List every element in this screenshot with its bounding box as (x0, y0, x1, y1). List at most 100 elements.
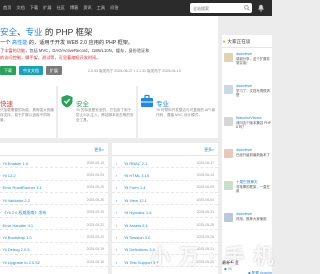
list-item-title[interactable]: Yii Form 1.4 (124, 185, 145, 190)
list-item-title[interactable]: · Yii Debug 2.0.5 (0, 247, 30, 252)
bullet-icon: › (116, 210, 118, 216)
search-icon[interactable] (244, 5, 250, 11)
list-item-title[interactable]: · Error Handler 4.1 (0, 223, 33, 228)
menu-item-community[interactable]: 社区 (57, 5, 65, 10)
list-item-date: 2025-05-31 (196, 210, 214, 215)
avatar[interactable] (224, 117, 233, 126)
bullet-icon: › (116, 172, 118, 178)
chinese-docs-button[interactable]: 中文文档 (19, 66, 43, 75)
comment-author[interactable]: dlaindevel (236, 148, 252, 152)
comment-text: 好用，推荐大家使用 (236, 217, 267, 221)
comment-author[interactable]: WatonbeVIsbea (236, 116, 261, 120)
list-item[interactable]: › Yii Form 1.4 2025-06-09 (112, 182, 218, 193)
comment-author[interactable]: dlaindevel (236, 84, 252, 88)
list-item-date: 2025-05-28 (196, 222, 214, 227)
list-item-date: 2025-06-09 (196, 185, 214, 190)
comment-author[interactable]: dlaindevel (236, 212, 252, 216)
list-item-title[interactable]: Yii Session 3.0 (124, 235, 150, 240)
more-link[interactable]: 更多» (204, 148, 214, 153)
list-item[interactable]: › Yii RBAC 2.1 2025-06-17 (112, 157, 218, 169)
list-item-date: 2025-05-26 (196, 234, 214, 239)
list-item-date: 2025-06-19 (86, 160, 104, 165)
list-item-title[interactable]: · Error RoadRunner 3.1 (0, 185, 42, 190)
download-button[interactable]: 下载 (0, 66, 16, 75)
bullet-icon: › (116, 259, 118, 265)
search-box (190, 3, 252, 13)
list-item[interactable]: · Yii Enabler 1.0 2025-06-19 (0, 157, 108, 169)
star-icon: ★ (222, 39, 227, 44)
avatar[interactable] (224, 213, 233, 222)
list-item[interactable]: · Error RoadRunner 3.1 2025-05-29 (0, 182, 108, 193)
feature-professional: 专业 Yii 可帮你开发整洁与可复用的 API 和代码，遵循 MVC 设计模式。 (138, 86, 218, 138)
feature-title: 安全 (76, 101, 89, 108)
menu-item-qa[interactable]: 问答 (110, 5, 118, 10)
top-navbar: 首页 文档 下载 扩展 社区 博客 资讯 工具 问答 (0, 0, 272, 16)
search-input[interactable] (190, 3, 240, 13)
menu-item-home[interactable]: 首页 (3, 5, 11, 10)
comment-item[interactable]: WatonbeVIsbea 请问这个版本兼容 PHP 8 吗？ (222, 115, 272, 139)
shield-check-icon (61, 95, 73, 108)
list-item[interactable]: · Yii Validator 2.2 2025-05-26 (0, 194, 108, 206)
comment-text: 非常棒的框架，一直在用 (236, 185, 270, 194)
panel-header: 更多» (112, 148, 218, 156)
hero-features: 了丰富的功能，包括 MVC，DAO/ActiveRecord，I18N/L10N… (0, 48, 150, 53)
list-item[interactable]: › Yii HTML 3.10 2025-06-12 (112, 169, 218, 181)
list-item-date: 2025-05-22 (86, 222, 104, 227)
sidebar-title: ★ 大家正在谈 (222, 39, 251, 44)
bullet-icon: › (116, 197, 118, 203)
list-item-title[interactable]: Yii Assets 5.1 (124, 223, 148, 228)
avatar[interactable] (224, 85, 233, 94)
list-item[interactable]: · Yii Upgrade to 2.0.52 2025-05-18 (0, 256, 108, 268)
hero-title: 安全、专业 的 PHP 框架 (0, 27, 93, 37)
list-item[interactable]: · Yii Bootstrap 1.0 2025-05-20 (0, 231, 108, 243)
menu-item-docs[interactable]: 文档 (16, 5, 24, 10)
feature-fast: 快速 只加载需要的功能，具有强大的缓存支持，易于扩展以适用不同场景。 (0, 86, 56, 138)
list-item-date: 2025-05-26 (86, 197, 104, 202)
menu-item-blog[interactable]: 博客 (70, 5, 78, 10)
comment-item[interactable]: dlaindevel 已经升级到最新版本了 (222, 147, 272, 171)
list-item-title[interactable]: · Yii Bootstrap 1.0 (0, 235, 32, 240)
list-item-title[interactable]: · Yii Enabler 1.0 (0, 161, 28, 166)
version-info: 2.0.53 版发布于 2025-06-27 • 1.1.31 版发布于 202… (88, 69, 181, 73)
list-item[interactable]: · Yii 12.2 2025-06-05 (0, 169, 108, 181)
avatar[interactable] (224, 53, 233, 62)
more-link[interactable]: 更多» (94, 148, 104, 153)
list-item-title[interactable]: Yii HTML 3.10 (124, 173, 149, 178)
menu-item-news[interactable]: 资讯 (83, 5, 91, 10)
list-item-title[interactable]: · Yii Validator 2.2 (0, 198, 30, 203)
menu-item-download[interactable]: 下载 (30, 5, 38, 10)
comment-text: 已经升级到最新版本了 (236, 153, 270, 157)
menu-item-tools[interactable]: 工具 (97, 5, 105, 10)
feature-title: 快速 (0, 101, 13, 108)
list-item-title[interactable]: · Yii 12.2 (0, 173, 16, 178)
list-item[interactable]: · Error Handler 4.1 2025-05-22 (0, 219, 108, 231)
bell-icon[interactable] (257, 4, 265, 12)
list-item[interactable]: › Yii Assets 5.1 2025-05-28 (112, 219, 218, 231)
avatar[interactable] (224, 181, 233, 190)
list-item-date: 2025-06-17 (196, 160, 214, 165)
hero-buttons: 下载 中文文档 扩展 (0, 66, 62, 75)
watermark: 小 万 · 手 机 (150, 244, 275, 268)
menu-item-extensions[interactable]: 扩展 (43, 5, 51, 10)
extensions-button[interactable]: 扩展 (46, 66, 62, 75)
list-item[interactable]: › Yii View 12.1 2025-06-04 (112, 194, 218, 206)
comment-item[interactable]: 十尾巴狼蜂夫 非常棒的框架，一直在用 (222, 179, 272, 203)
comment-item[interactable]: dlaindevel 学习了，文档写得很清楚 (222, 83, 272, 107)
list-item[interactable]: · Yii Debug 2.0.5 2025-05-19 (0, 244, 108, 255)
list-item-title[interactable]: Yii Hydrator 1.6 (124, 210, 151, 215)
list-item[interactable]: · 《Yii 2.0 权威指南》发布 2025-05-25 (0, 207, 108, 218)
feature-secure: 安全 Yii 的标准是安全的，它包含了用于防止SQL注入、跨站脚本攻击等的安全工… (58, 86, 136, 138)
list-item-title[interactable]: · 《Yii 2.0 权威指南》发布 (0, 210, 47, 216)
comment-item[interactable]: dlaindevel 感谢分享，这个扩展非常实用！ (222, 51, 272, 75)
list-item-title[interactable]: Yii View 12.1 (124, 198, 147, 203)
list-item-title[interactable]: Yii RBAC 2.1 (124, 161, 147, 166)
comment-author[interactable]: dlaindevel (236, 52, 252, 56)
list-item[interactable]: › Yii Hydrator 1.6 2025-05-31 (112, 207, 218, 218)
hero-description: 的访问控制，脚手架，测试等，可显著缩短开发时间。 (0, 55, 101, 60)
comment-item[interactable]: dlaindevel 好用，推荐大家使用 (222, 211, 272, 235)
top-menu: 首页 文档 下载 扩展 社区 博客 资讯 工具 问答 (3, 5, 124, 11)
avatar[interactable] (224, 149, 233, 158)
bullet-icon: › (116, 247, 118, 253)
list-item-title[interactable]: · Yii Upgrade to 2.0.52 (0, 260, 40, 265)
panel-header: 更多» (0, 148, 108, 156)
